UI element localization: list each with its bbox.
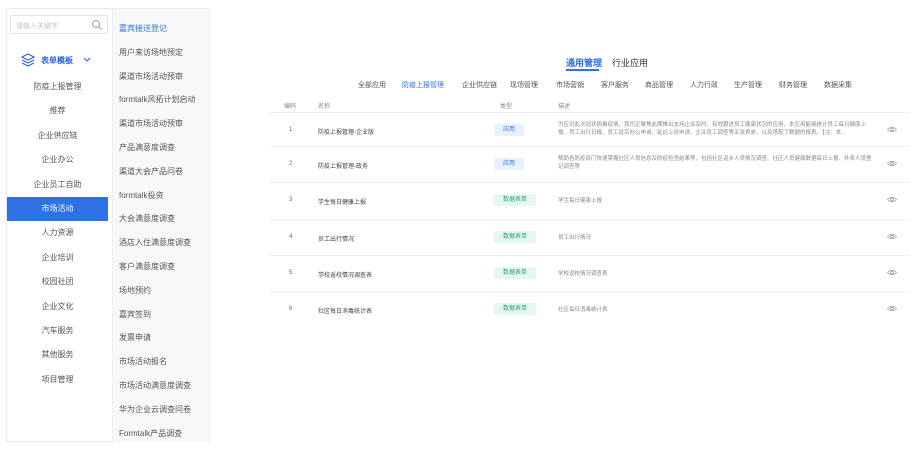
row-description: 社区每日消毒统计表	[558, 307, 608, 313]
row-code: 6	[289, 306, 293, 312]
form-template-item[interactable]: Formtalk产品调查	[119, 428, 182, 439]
form-template-item[interactable]: 用户来访场地预定	[119, 47, 183, 58]
row-divider	[270, 112, 910, 113]
search-icon[interactable]	[91, 19, 103, 31]
row-description: 学生每日健康上报	[558, 198, 603, 204]
form-template-list: 嘉宾接送登记用户来访场地预定 渠道市场活动预审 formtalk风拓计划启动 渠道市场…	[113, 9, 211, 443]
sub-tab[interactable]: 财务管理	[779, 80, 807, 90]
eye-icon[interactable]	[887, 196, 897, 203]
category-item[interactable]: 企业培训	[7, 246, 108, 270]
category-group-header[interactable]: 表单模板	[21, 53, 91, 67]
form-template-item[interactable]: 嘉宾签到	[119, 309, 151, 320]
column-header-description: 描述	[558, 104, 571, 110]
row-code: 2	[289, 161, 293, 167]
eye-icon[interactable]	[887, 160, 897, 167]
template-panel: 请输入关键字 表单模板 防疫上报管理 推荐 企业供应链 企业办公 企业员工自助 市场活动人…	[6, 8, 211, 443]
form-template-item[interactable]: 客户满意度调查	[119, 261, 175, 272]
eye-icon[interactable]	[887, 305, 897, 312]
sub-tab[interactable]: 人力行政	[690, 80, 718, 90]
row-divider	[270, 219, 910, 220]
form-template-item[interactable]: 场地预约	[119, 285, 151, 296]
category-item[interactable]: 人力资源	[7, 221, 108, 245]
category-group-label: 表单模板	[41, 55, 73, 65]
category-item[interactable]: 市场活动	[7, 197, 108, 221]
tab-industry-apps[interactable]: 行业应用	[612, 56, 648, 69]
sub-tab[interactable]: 生产管理	[734, 80, 762, 90]
active-tab-indicator	[566, 69, 599, 71]
eye-icon[interactable]	[887, 269, 897, 276]
sub-tab[interactable]: 客户服务	[601, 80, 629, 90]
column-header-code: 编码	[284, 104, 297, 110]
form-template-item[interactable]: 渠道大会产品问卷	[119, 166, 183, 177]
tab-general-management[interactable]: 通用管理	[566, 56, 602, 69]
category-item[interactable]: 其他服务	[7, 343, 108, 367]
form-template-item[interactable]: 嘉宾接送登记	[119, 23, 167, 34]
row-name[interactable]: 社区每日消毒统计表	[318, 306, 372, 315]
category-item[interactable]: 企业供应链	[7, 124, 108, 148]
sub-tab[interactable]: 企业供应链	[462, 80, 497, 90]
row-description: 员工出行情况	[558, 235, 592, 241]
sub-tab[interactable]: 防疫上报管理	[402, 80, 444, 90]
column-header-type: 类型	[500, 104, 513, 110]
category-item[interactable]: 防疫上报管理	[7, 75, 108, 99]
form-template-item[interactable]: 大会满意度调查	[119, 213, 175, 224]
form-template-item[interactable]: 渠道市场活动预审	[119, 71, 183, 82]
row-code: 4	[289, 234, 293, 240]
row-name[interactable]: 防疫上报管理-政务	[318, 161, 368, 170]
row-divider	[270, 146, 910, 147]
eye-icon[interactable]	[887, 233, 897, 240]
category-item[interactable]: 校园社团	[7, 270, 108, 294]
category-item[interactable]: 企业办公	[7, 148, 108, 172]
form-template-item[interactable]: formtalk投资	[119, 190, 163, 201]
type-badge: 数据表单	[494, 231, 537, 243]
eye-icon[interactable]	[887, 126, 897, 133]
row-code: 1	[289, 127, 293, 133]
row-divider	[270, 182, 910, 183]
row-name[interactable]: 防疫上报管理-企业版	[318, 127, 374, 136]
sub-tab[interactable]: 商品管理	[645, 80, 673, 90]
type-badge: 应用	[494, 158, 525, 170]
type-badge: 数据表单	[494, 194, 537, 206]
sub-tab[interactable]: 全部应用	[358, 80, 386, 90]
chevron-down-icon	[83, 57, 91, 62]
category-item[interactable]: 企业文化	[7, 295, 108, 319]
row-code: 5	[289, 270, 293, 276]
row-name[interactable]: 员工出行情况	[318, 234, 354, 243]
form-template-item[interactable]: 发票申请	[119, 332, 151, 343]
row-description: 为应对此次冠状病毒疫情，我司正聚焦此期推出支持企业及时、有效跟进员工健康状况的应…	[558, 122, 867, 136]
form-template-item[interactable]: 市场活动满意度调查	[119, 380, 191, 391]
sub-tab[interactable]: 现场管理	[510, 80, 538, 90]
row-description: 帮助各防疫部门快速掌握社区人员信息及防疫检查结果等，包括社区返乡人员情况调查、社…	[558, 156, 872, 170]
form-template-item[interactable]: 华为企业云调查问卷	[119, 404, 191, 415]
row-name[interactable]: 学校返校情况调查表	[318, 270, 372, 279]
row-code: 3	[289, 197, 293, 203]
category-item[interactable]: 汽车服务	[7, 319, 108, 343]
form-template-item[interactable]: formtalk风拓计划启动	[119, 94, 195, 105]
category-item[interactable]: 推荐	[7, 99, 108, 123]
sub-tab[interactable]: 市场营销	[556, 80, 584, 90]
type-badge: 数据表单	[494, 267, 537, 279]
form-template-item[interactable]: 渠道市场活动预审	[119, 118, 183, 129]
column-header-name: 名称	[318, 104, 331, 110]
row-divider	[270, 291, 910, 292]
category-item[interactable]: 项目管理	[7, 368, 108, 392]
type-badge: 数据表单	[494, 303, 537, 315]
row-description: 学校返校情况调查表	[558, 271, 608, 277]
category-item[interactable]: 企业员工自助	[7, 173, 108, 197]
sub-tab[interactable]: 数据采集	[824, 80, 852, 90]
type-badge: 应用	[494, 124, 525, 136]
form-template-item[interactable]: 产品满意度调查	[119, 142, 175, 153]
layers-icon	[21, 53, 35, 67]
search-input[interactable]: 请输入关键字	[16, 21, 58, 31]
form-template-item[interactable]: 市场活动报名	[119, 356, 167, 367]
form-template-item[interactable]: 酒店入住满意度调查	[119, 237, 191, 248]
search-box[interactable]: 请输入关键字	[10, 15, 108, 34]
row-divider	[270, 255, 910, 256]
row-name[interactable]: 学生每日健康上报	[318, 197, 366, 206]
